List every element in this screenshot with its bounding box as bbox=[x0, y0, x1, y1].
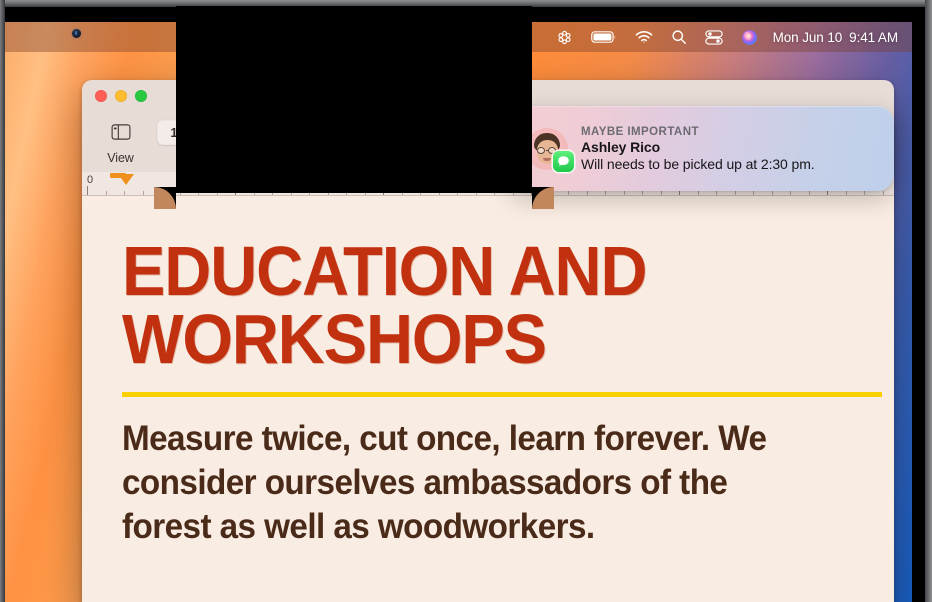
camera-indicator-icon bbox=[75, 31, 77, 35]
close-button[interactable] bbox=[95, 90, 107, 102]
view-label: View bbox=[107, 151, 134, 165]
document-body-text: Measure twice, cut once, learn forever. … bbox=[122, 418, 767, 546]
notch-corner-left bbox=[154, 187, 176, 209]
notification-message: Will needs to be picked up at 2:30 pm. bbox=[581, 155, 815, 172]
indent-marker[interactable] bbox=[118, 174, 134, 185]
notification-kicker: MAYBE IMPORTANT bbox=[581, 125, 699, 138]
notification-banner[interactable]: MAYBE IMPORTANT Ashley Rico Will needs t… bbox=[509, 106, 894, 191]
search-icon[interactable] bbox=[662, 22, 696, 52]
minimize-button[interactable] bbox=[115, 90, 127, 102]
control-center-icon[interactable] bbox=[696, 22, 732, 52]
maximize-button[interactable] bbox=[135, 90, 147, 102]
shortcuts-icon[interactable] bbox=[547, 22, 582, 52]
sidebar-view-icon bbox=[111, 118, 131, 146]
menu-bar-time: 9:41 AM bbox=[849, 29, 898, 45]
window-controls bbox=[95, 90, 147, 102]
document-canvas[interactable]: EDUCATION AND WORKSHOPS Measure twice, c… bbox=[82, 196, 894, 602]
document-heading: EDUCATION AND WORKSHOPS bbox=[122, 232, 803, 378]
display-notch bbox=[176, 6, 532, 193]
notch-corner-right bbox=[532, 187, 554, 209]
siri-icon[interactable] bbox=[732, 22, 767, 52]
wifi-icon[interactable] bbox=[626, 22, 662, 52]
bezel-left-edge bbox=[0, 0, 5, 602]
bezel-right-edge bbox=[925, 0, 932, 602]
ruler-mark-0: 0 bbox=[87, 174, 94, 186]
battery-icon[interactable] bbox=[582, 22, 626, 52]
menu-bar-clock[interactable]: Mon Jun 10 9:41 AM bbox=[767, 22, 898, 52]
heading-line-1: EDUCATION AND bbox=[122, 232, 647, 310]
notification-sender: Ashley Rico bbox=[581, 138, 661, 155]
notification-avatar-group bbox=[526, 127, 574, 172]
view-button[interactable]: View bbox=[88, 114, 153, 170]
menu-bar-date: Mon Jun 10 bbox=[772, 29, 843, 45]
heading-line-2: WORKSHOPS bbox=[122, 299, 547, 378]
heading-divider-rule bbox=[122, 391, 882, 397]
messages-icon bbox=[553, 150, 574, 172]
notification-text-group: MAYBE IMPORTANT Ashley Rico Will needs t… bbox=[581, 126, 815, 172]
laptop-screen-frame: Mon Jun 10 9:41 AM Woodcra bbox=[0, 0, 932, 602]
